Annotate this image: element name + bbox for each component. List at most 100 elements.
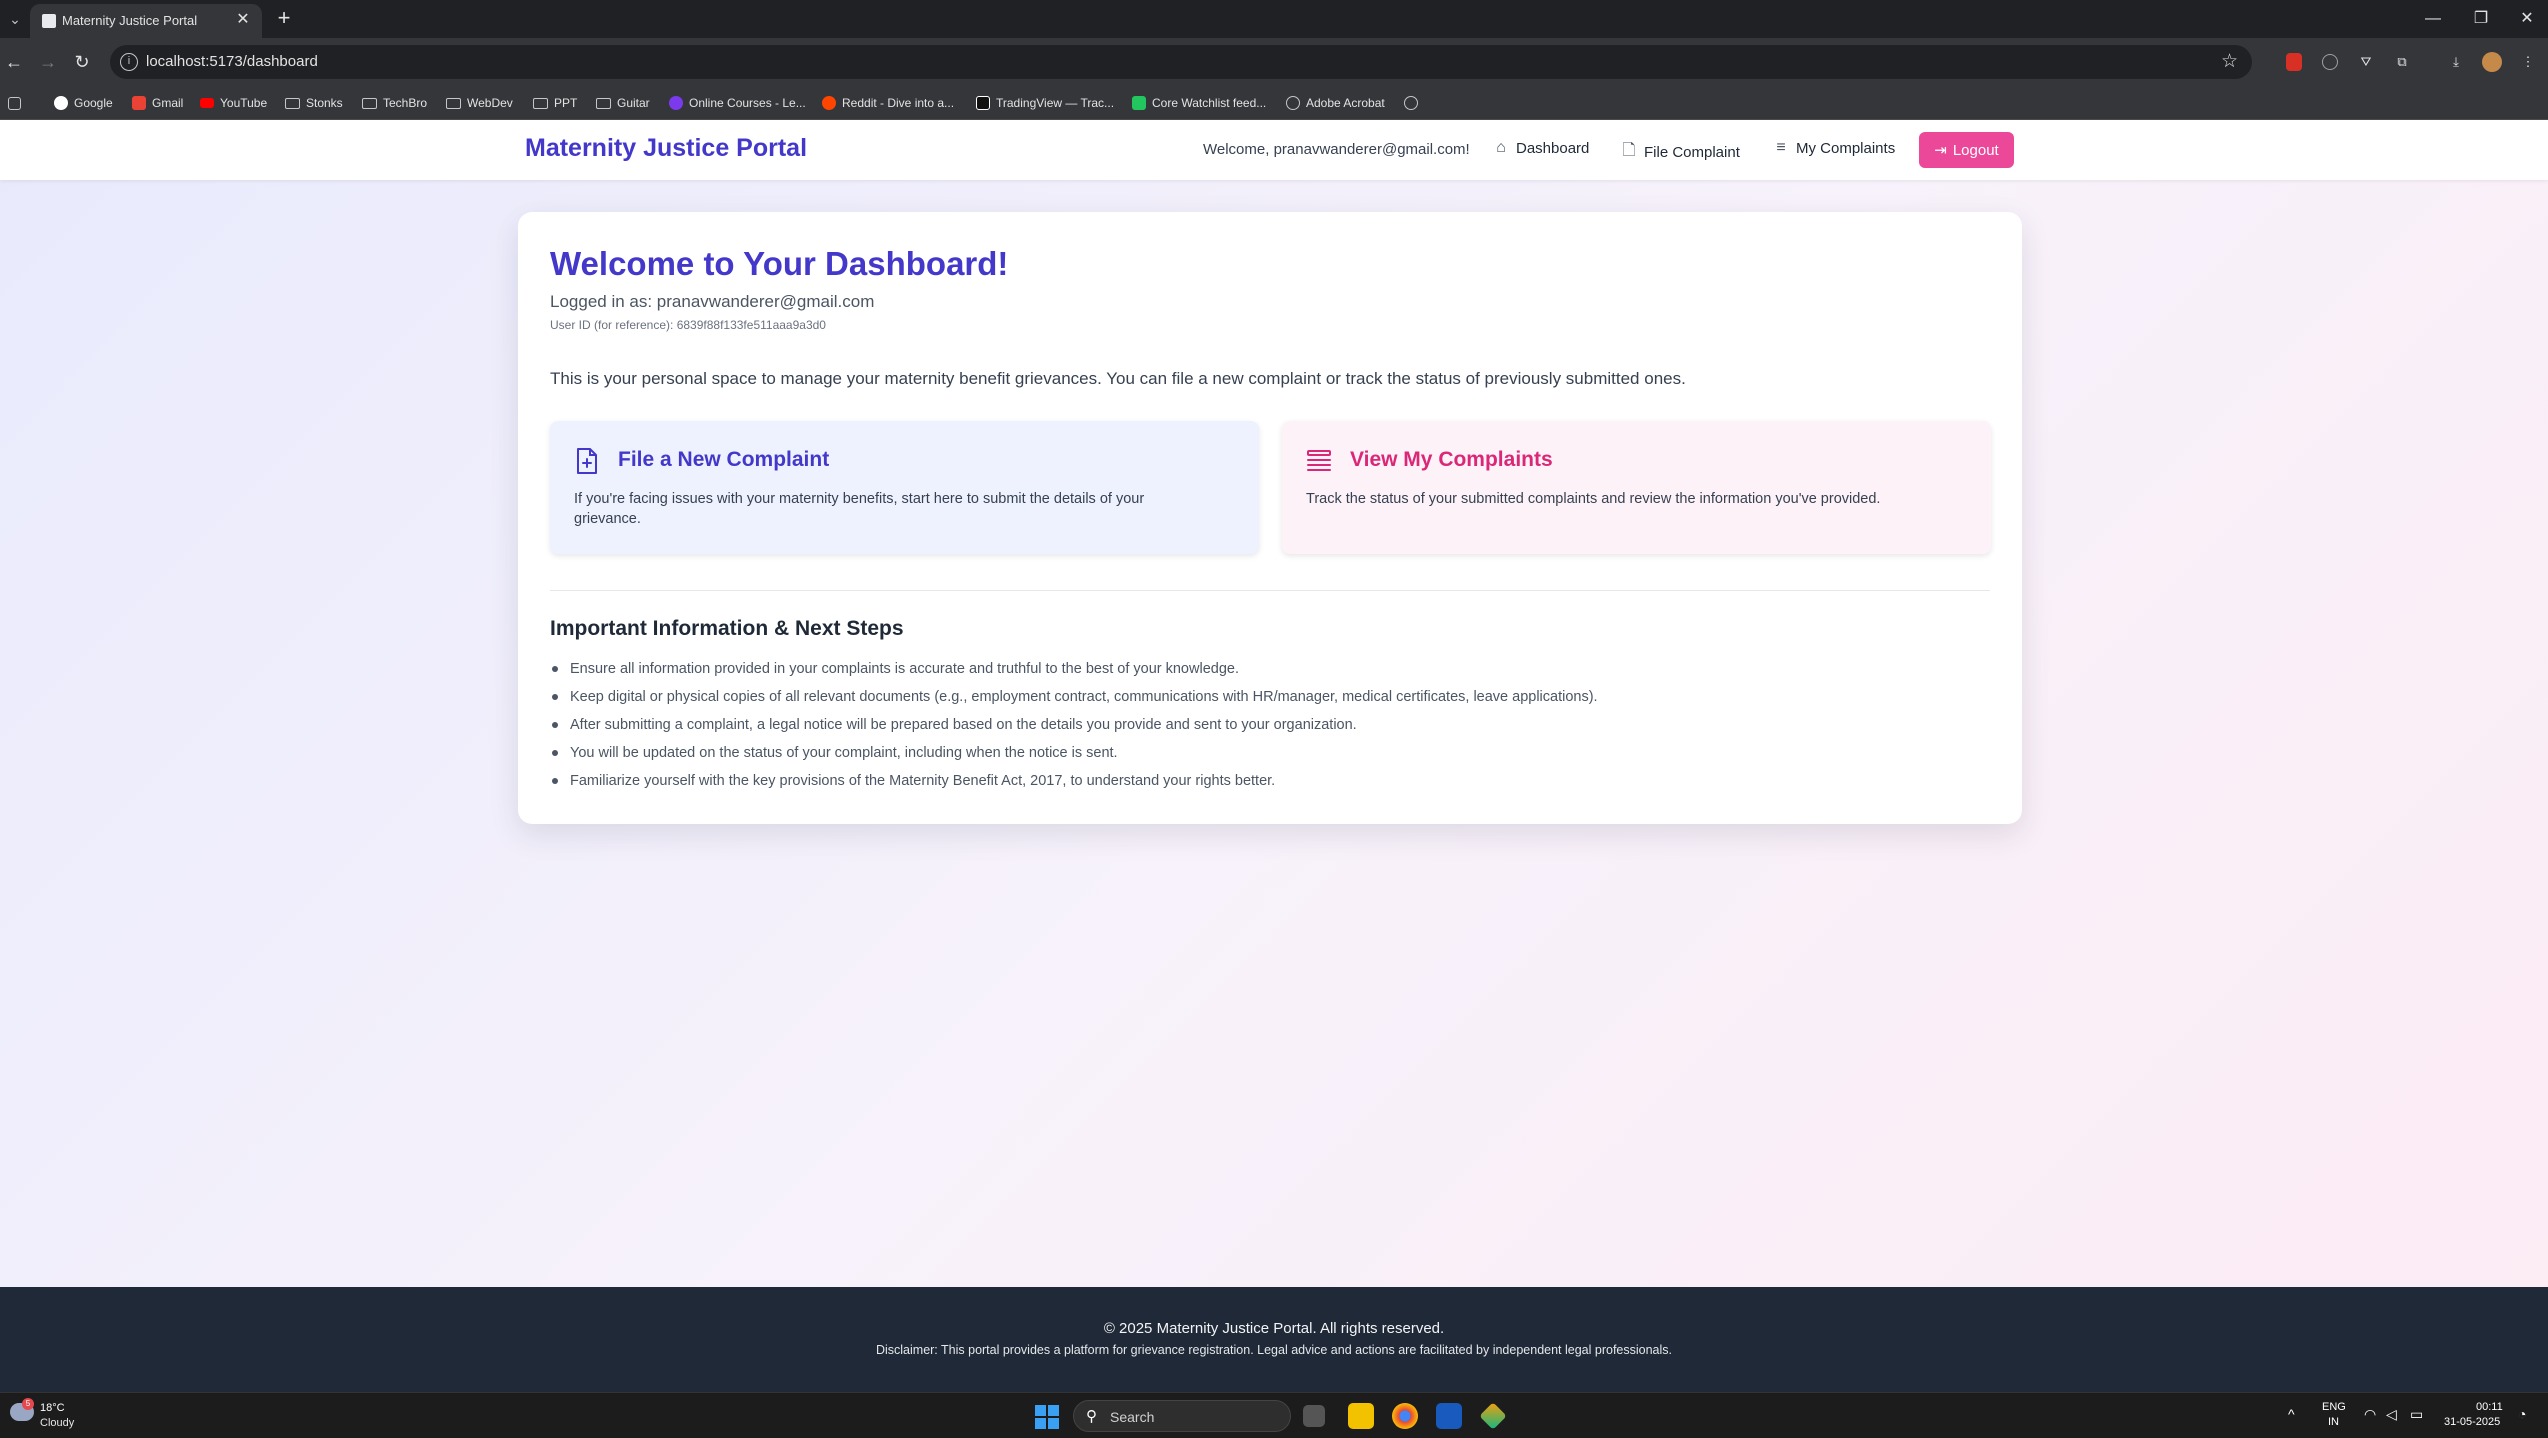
home-icon: ⌂ (1496, 139, 1506, 156)
bookmark-folder-webdev[interactable]: WebDev (446, 93, 513, 113)
dashboard-card: Welcome to Your Dashboard! Logged in as:… (518, 212, 2022, 824)
nav-my-complaints-label: My Complaints (1796, 139, 1896, 157)
notification-bell-icon[interactable]: ◔ (2518, 1406, 2526, 1422)
extension-red-icon[interactable] (2286, 53, 2302, 71)
youtube-icon (200, 98, 214, 108)
clock-date[interactable]: 31-05-2025 (2444, 1416, 2500, 1428)
battery-icon[interactable]: ▭ (2410, 1406, 2423, 1423)
bookmark-gmail[interactable]: Gmail (132, 93, 183, 113)
logged-in-as: Logged in as: pranavwanderer@gmail.com (550, 292, 875, 311)
extension-info-icon[interactable] (2322, 54, 2338, 70)
nav-dashboard[interactable]: ⌂ Dashboard (1493, 139, 1589, 157)
browser-menu-icon[interactable]: ⋮ (2518, 52, 2538, 72)
os-taskbar: 5 18°C Cloudy ⚲ Search ^ ENG IN ◠ ◁ ▭ 00… (0, 1392, 2548, 1438)
tab-favicon-icon (42, 14, 56, 28)
extension-filter-icon[interactable]: ⛛ (2356, 52, 2376, 72)
logout-label: Logout (1952, 141, 1999, 159)
nav-file-complaint-label: File Complaint (1644, 144, 1740, 161)
google-icon (54, 96, 68, 110)
extensions-puzzle-icon[interactable]: ⧉ (2392, 52, 2412, 72)
weather-temperature[interactable]: 18°C (40, 1402, 65, 1414)
site-navbar: Maternity Justice Portal Welcome, pranav… (0, 120, 2548, 180)
forward-arrow-icon[interactable]: → (36, 50, 60, 74)
bookmark-adobe-acrobat[interactable]: Adobe Acrobat (1286, 93, 1385, 113)
folder-icon (362, 97, 377, 109)
folder-icon (596, 97, 611, 109)
restore-icon[interactable]: ❐ (2466, 4, 2496, 34)
view-my-complaints-card[interactable]: View My Complaints Track the status of y… (1282, 421, 1991, 554)
browser-tab-bar: ⌄ Maternity Justice Portal ✕ + — ❐ ✕ (0, 0, 2548, 38)
download-icon[interactable]: ⤓ (2446, 52, 2466, 72)
site-brand[interactable]: Maternity Justice Portal (525, 134, 807, 163)
bookmark-star-icon[interactable]: ☆ (2221, 50, 2238, 73)
gmail-icon (132, 96, 146, 110)
region-indicator[interactable]: IN (2328, 1416, 2339, 1428)
info-list: Ensure all information provided in your … (550, 659, 1598, 799)
wifi-icon[interactable]: ◠ (2364, 1406, 2376, 1423)
nav-file-complaint[interactable]: 🗋 File Complaint (1621, 139, 1740, 166)
clock-time[interactable]: 00:11 (2476, 1401, 2503, 1413)
reddit-icon (822, 96, 836, 110)
profile-avatar-icon[interactable] (2482, 52, 2502, 72)
bookmark-folder-guitar[interactable]: Guitar (596, 93, 650, 113)
file-plus-icon (577, 448, 597, 474)
back-arrow-icon[interactable]: ← (2, 50, 26, 74)
page-title: Welcome to Your Dashboard! (550, 245, 1009, 282)
site-info-icon[interactable]: i (120, 53, 138, 71)
tab-title: Maternity Justice Portal (62, 13, 198, 28)
globe-icon (1286, 96, 1300, 110)
window-close-icon[interactable]: ✕ (2512, 4, 2542, 34)
logout-button[interactable]: ⇥ Logout (1919, 132, 2014, 168)
page-viewport: Maternity Justice Portal Welcome, pranav… (0, 120, 2548, 1392)
taskbar-search[interactable]: ⚲ Search (1073, 1400, 1291, 1432)
info-list-item: Keep digital or physical copies of all r… (550, 687, 1598, 715)
weather-description[interactable]: Cloudy (40, 1417, 74, 1429)
address-url[interactable]: localhost:5173/dashboard (146, 53, 318, 70)
task-view-icon[interactable] (1303, 1405, 1325, 1427)
site-footer: © 2025 Maternity Justice Portal. All rig… (0, 1287, 2548, 1392)
git-app-icon[interactable] (1479, 1402, 1507, 1430)
folder-icon (285, 97, 300, 109)
taskbar-search-label: Search (1110, 1409, 1155, 1425)
view-my-complaints-title: View My Complaints (1350, 448, 1553, 471)
tray-chevron-up-icon[interactable]: ^ (2288, 1406, 2295, 1422)
info-list-item: You will be updated on the status of you… (550, 743, 1598, 771)
bookmark-folder-techbro[interactable]: TechBro (362, 93, 427, 113)
language-indicator[interactable]: ENG (2322, 1401, 2346, 1413)
bookmark-globe[interactable] (1404, 93, 1418, 113)
file-explorer-icon[interactable] (1348, 1403, 1374, 1429)
info-list-item: Familiarize yourself with the key provis… (550, 771, 1598, 799)
bookmark-reddit[interactable]: Reddit - Dive into a... (822, 93, 954, 113)
folder-icon (533, 97, 548, 109)
windows-start-icon[interactable] (1035, 1405, 1059, 1429)
bookmark-youtube[interactable]: YouTube (200, 93, 267, 113)
bookmarks-bar: Google Gmail YouTube Stonks TechBro WebD… (0, 86, 2548, 120)
info-section-title: Important Information & Next Steps (550, 617, 904, 640)
bookmark-online-courses[interactable]: Online Courses - Le... (669, 93, 806, 113)
minimize-icon[interactable]: — (2418, 4, 2448, 34)
section-divider (550, 590, 1990, 591)
nav-my-complaints[interactable]: ≡ My Complaints (1773, 139, 1895, 157)
word-icon[interactable] (1436, 1403, 1462, 1429)
bookmark-tradingview[interactable]: TradingView — Trac... (976, 93, 1114, 113)
search-icon: ⚲ (1086, 1408, 1097, 1425)
footer-disclaimer: Disclaimer: This portal provides a platf… (875, 1343, 1673, 1357)
list-icon: ≡ (1776, 139, 1786, 156)
tab-search-chevron-icon[interactable]: ⌄ (4, 8, 26, 30)
reload-icon[interactable]: ↻ (70, 50, 94, 74)
chrome-icon[interactable] (1392, 1403, 1418, 1429)
address-bar[interactable]: i localhost:5173/dashboard ☆ (110, 45, 2252, 79)
globe-icon (1404, 96, 1418, 110)
bookmark-core-watchlist[interactable]: Core Watchlist feed... (1132, 93, 1266, 113)
bookmark-google[interactable]: Google (54, 93, 113, 113)
list-icon (1307, 450, 1331, 471)
browser-tab-active[interactable]: Maternity Justice Portal ✕ (30, 4, 262, 38)
new-tab-plus-icon[interactable]: + (272, 6, 296, 30)
file-new-complaint-card[interactable]: File a New Complaint If you're facing is… (550, 421, 1259, 554)
tab-close-icon[interactable]: ✕ (234, 11, 252, 29)
apps-grid-icon[interactable] (8, 93, 21, 113)
volume-icon[interactable]: ◁ (2386, 1406, 2397, 1423)
bookmark-folder-stonks[interactable]: Stonks (285, 93, 343, 113)
chart-bars-icon (1132, 96, 1146, 110)
bookmark-folder-ppt[interactable]: PPT (533, 93, 577, 113)
